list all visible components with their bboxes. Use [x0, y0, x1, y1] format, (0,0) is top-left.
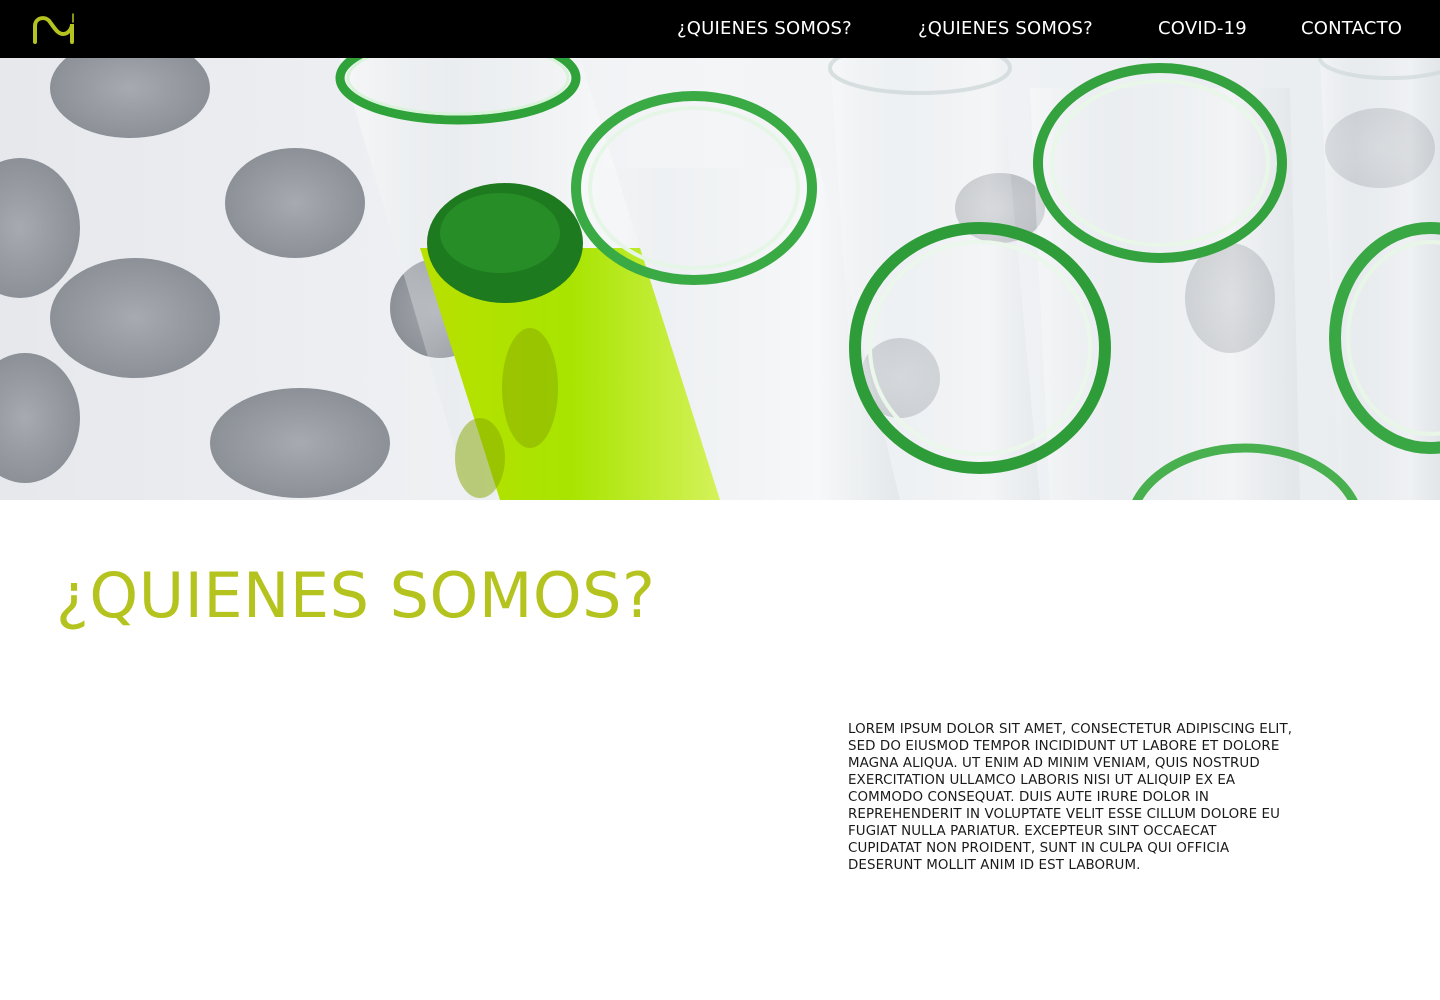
nav-link-quienes-somos-2[interactable]: ¿QUIENES SOMOS?	[918, 17, 1093, 41]
hero-image	[0, 58, 1440, 500]
nav-link-covid-19[interactable]: COVID-19	[1158, 17, 1247, 41]
test-tubes-icon	[0, 58, 1440, 500]
top-navigation-bar: ¿QUIENES SOMOS? ¿QUIENES SOMOS? COVID-19…	[0, 0, 1440, 58]
nav-link-quienes-somos[interactable]: ¿QUIENES SOMOS?	[677, 17, 852, 41]
nav-link-contacto[interactable]: CONTACTO	[1301, 17, 1402, 41]
section-body-text: LOREM IPSUM DOLOR SIT AMET, CONSECTETUR …	[848, 722, 1293, 873]
wave-logo-icon[interactable]	[30, 12, 80, 46]
section-title: ¿QUIENES SOMOS?	[56, 559, 656, 632]
